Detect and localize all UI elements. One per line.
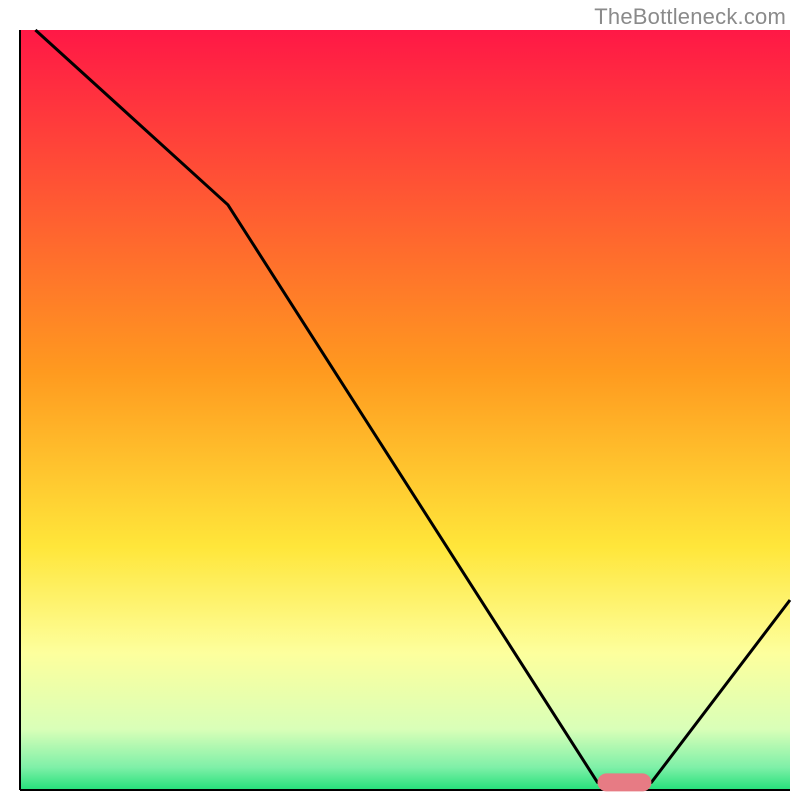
chart-container: { "watermark": "TheBottleneck.com", "cha…: [0, 0, 800, 800]
watermark-text: TheBottleneck.com: [594, 4, 786, 30]
chart-svg: [0, 0, 800, 800]
optimal-marker: [598, 773, 652, 791]
plot-background: [20, 30, 790, 790]
